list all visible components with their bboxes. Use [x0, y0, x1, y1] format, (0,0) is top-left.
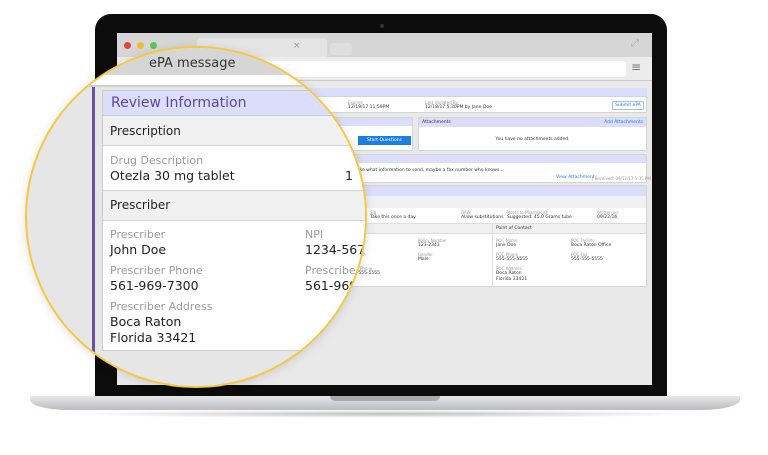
prescriber-address-line2: Florida 33421 — [110, 330, 197, 345]
updated-value: 12/18/17 5:30PM by Jane Doe — [425, 105, 492, 110]
policy-value: 123-2343 — [418, 243, 440, 248]
notes-value: Suggested: 45.0 Grams tube — [507, 215, 572, 220]
drug-description-label: Drug Description — [110, 154, 204, 167]
prescriber-address-line1: Boca Raton — [110, 314, 182, 329]
received-timestamp: | Received: 09/12/17 5:35 PM — [592, 175, 651, 181]
start-questions-button[interactable]: Start Questions — [358, 136, 411, 145]
prescriber-fax-value: 561-969 — [305, 278, 358, 293]
poc-name-value: Jane Doe — [496, 243, 517, 248]
gender-value: Male — [418, 257, 429, 262]
prescriber-phone-label: Prescriber Phone — [110, 264, 203, 277]
attachments-panel: Attachments Add Attachments You have no … — [418, 117, 647, 151]
daw-value: Allow substitutions — [461, 215, 504, 220]
menu-icon[interactable]: ≡ — [631, 60, 641, 74]
camera-icon — [380, 24, 384, 28]
poc-phone-value: 555-555-5555 — [496, 257, 528, 262]
poc-facility-value: Boca Raton Office — [571, 243, 612, 248]
zoomed-address-bar — [27, 75, 365, 87]
submit-epa-button[interactable]: Submit ePA — [612, 101, 644, 110]
prescriber-fax-label: Prescribe — [305, 264, 356, 277]
review-information-panel: Review Information Prescription Drug Des… — [102, 90, 366, 351]
accent-bar — [92, 87, 95, 386]
add-attachments-link[interactable]: Add Attachments — [604, 120, 643, 125]
magnifier-lens: ePA message Review Information Prescript… — [25, 46, 367, 388]
zoomed-tab-title: ePA message — [149, 56, 236, 71]
prescriber-value: John Doe — [110, 242, 167, 257]
prescriber-label: Prescriber — [110, 228, 166, 241]
attachments-empty: You have no attachments added. — [495, 137, 570, 142]
poc-title: Point of Contact — [496, 226, 532, 231]
attachments-title: Attachments — [422, 120, 451, 125]
prescriber-address-label: Prescriber Address — [110, 300, 213, 313]
laptop-notch — [330, 396, 440, 401]
drug-description-value: Otezla 30 mg tablet — [110, 168, 235, 183]
poc-address-line1: Boca Raton — [496, 271, 522, 276]
prescriber-phone-value: 561-969-7300 — [110, 278, 199, 293]
fullscreen-icon[interactable]: ⤢ — [631, 38, 639, 49]
sig-value: Take this once a day — [370, 215, 416, 220]
poc-address-line2: Florida 33421 — [496, 277, 528, 282]
partial-digit: 1 — [345, 168, 353, 183]
message-text: A. Like what information to send, maybe … — [350, 168, 504, 173]
written-value: 09/22/16 — [597, 215, 618, 220]
poc-fax-value: 555-555-5555 — [571, 257, 603, 262]
review-title: Review Information — [111, 95, 247, 111]
zoomed-browser-chrome: ePA message — [27, 48, 365, 75]
npi-value: 1234-567 — [305, 242, 366, 257]
npi-label: NPI — [305, 228, 324, 241]
prescription-header: Prescription — [110, 124, 181, 138]
laptop-shadow — [60, 410, 710, 418]
prescriber-header: Prescriber — [110, 198, 171, 212]
view-attachment-link[interactable]: View Attachment — [556, 175, 595, 180]
